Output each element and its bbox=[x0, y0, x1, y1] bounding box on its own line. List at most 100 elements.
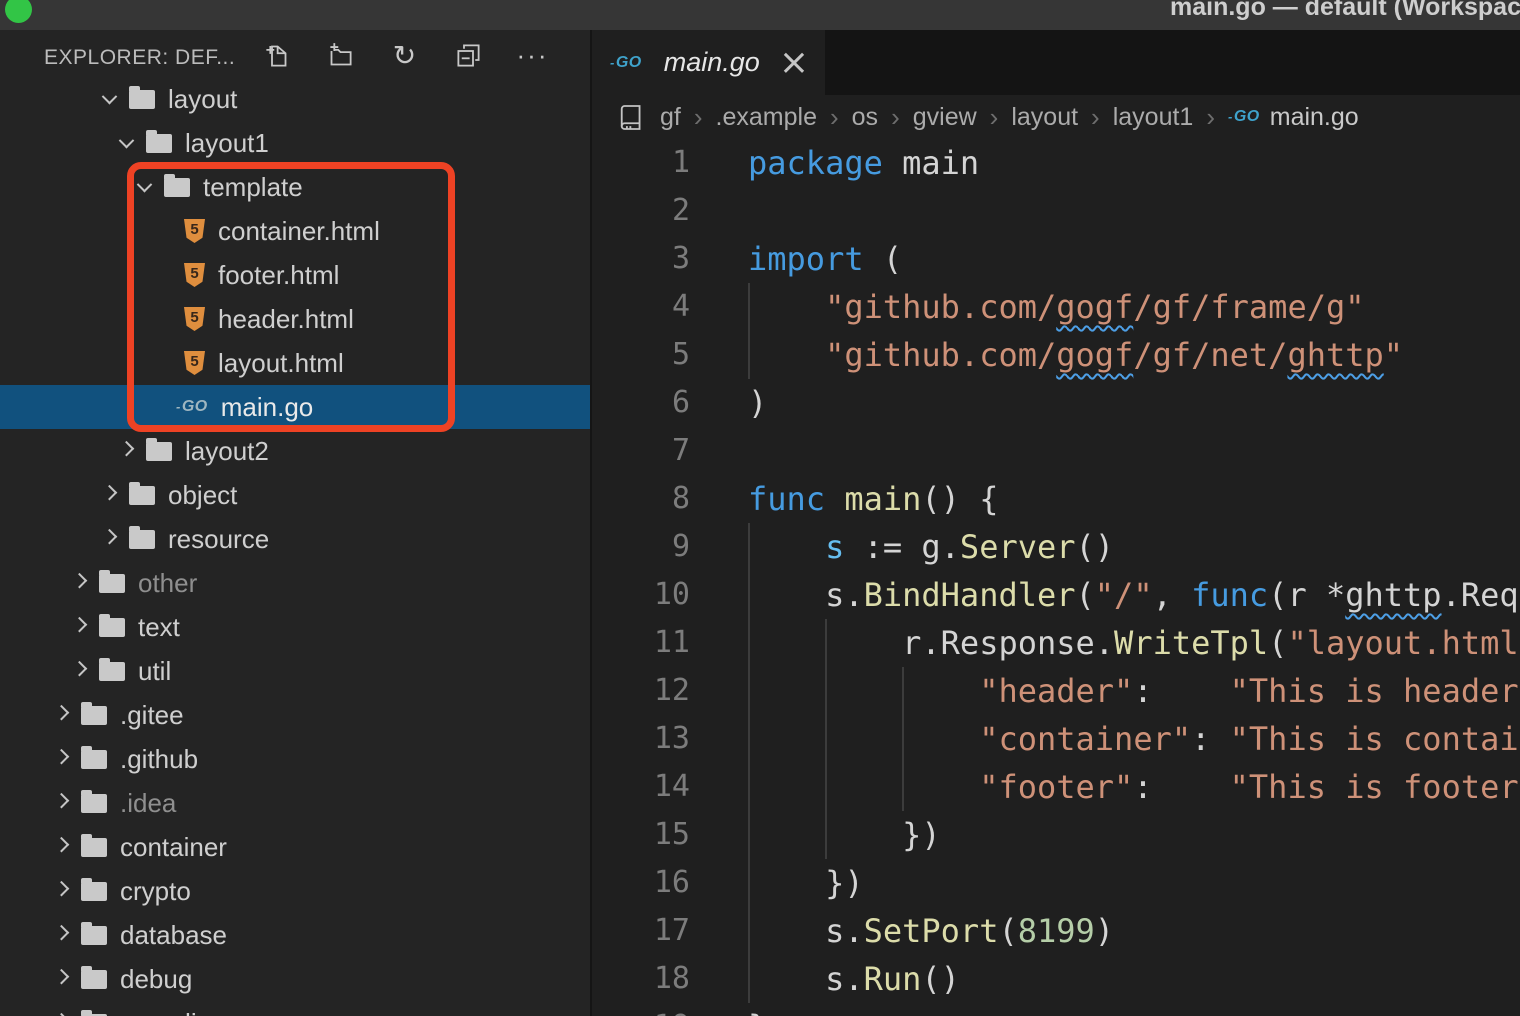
explorer-actions: ↻ ··· bbox=[263, 40, 546, 70]
file-tree: layoutlayout1template5container.html5foo… bbox=[0, 77, 590, 1016]
line-number: 17 bbox=[592, 907, 690, 955]
html-file-icon: 5 bbox=[184, 263, 205, 287]
tree-item-encoding[interactable]: encoding bbox=[0, 1001, 590, 1016]
tree-item-container[interactable]: container bbox=[0, 825, 590, 869]
code-line-6[interactable]: 6) bbox=[592, 379, 1520, 427]
chevron-down-icon[interactable] bbox=[119, 132, 135, 148]
code-line-11[interactable]: 11 r.Response.WriteTpl("layout.html", g.… bbox=[592, 619, 1520, 667]
line-number: 2 bbox=[592, 187, 690, 235]
code-line-4[interactable]: 4 "github.com/gogf/gf/frame/g" bbox=[592, 283, 1520, 331]
chevron-right-icon[interactable] bbox=[72, 572, 88, 588]
code-line-17[interactable]: 17 s.SetPort(8199) bbox=[592, 907, 1520, 955]
tree-item-.idea[interactable]: .idea bbox=[0, 781, 590, 825]
tree-item-layout2[interactable]: layout2 bbox=[0, 429, 590, 473]
code-line-3[interactable]: 3import ( bbox=[592, 235, 1520, 283]
new-file-icon[interactable] bbox=[263, 42, 290, 69]
folder-icon bbox=[81, 706, 107, 725]
tree-item-main.go[interactable]: main.go bbox=[0, 385, 590, 429]
tree-item-footer.html[interactable]: 5footer.html bbox=[0, 253, 590, 297]
folder-icon bbox=[146, 134, 172, 153]
folder-icon bbox=[99, 574, 125, 593]
tree-item-label: object bbox=[168, 480, 237, 511]
code-line-7[interactable]: 7 bbox=[592, 427, 1520, 475]
chevron-right-icon[interactable] bbox=[54, 1012, 70, 1016]
indent-guide bbox=[748, 283, 750, 379]
tree-item-header.html[interactable]: 5header.html bbox=[0, 297, 590, 341]
tree-item-.gitee[interactable]: .gitee bbox=[0, 693, 590, 737]
chevron-down-icon[interactable] bbox=[102, 88, 118, 104]
breadcrumb-separator: › bbox=[694, 102, 703, 133]
book-icon bbox=[620, 103, 643, 132]
chevron-right-icon[interactable] bbox=[72, 616, 88, 632]
chevron-right-icon[interactable] bbox=[54, 792, 70, 808]
code-line-10[interactable]: 10 s.BindHandler("/", func(r *ghttp.Requ… bbox=[592, 571, 1520, 619]
new-folder-icon[interactable] bbox=[327, 42, 354, 69]
breadcrumb-layout1[interactable]: layout1 bbox=[1113, 103, 1194, 132]
code-line-15[interactable]: 15 }) bbox=[592, 811, 1520, 859]
tree-item-layout1[interactable]: layout1 bbox=[0, 121, 590, 165]
tree-item-container.html[interactable]: 5container.html bbox=[0, 209, 590, 253]
code-line-18[interactable]: 18 s.Run() bbox=[592, 955, 1520, 1003]
code-line-1[interactable]: 1package main bbox=[592, 139, 1520, 187]
chevron-right-icon[interactable] bbox=[102, 528, 118, 544]
tree-item-label: main.go bbox=[221, 392, 314, 423]
breadcrumb-gf[interactable]: gf bbox=[660, 103, 681, 132]
breadcrumb-.example[interactable]: .example bbox=[716, 103, 817, 132]
breadcrumb-separator: › bbox=[830, 102, 839, 133]
tree-item-debug[interactable]: debug bbox=[0, 957, 590, 1001]
tree-item-label: layout.html bbox=[218, 348, 344, 379]
refresh-icon[interactable]: ↻ bbox=[391, 42, 418, 69]
chevron-right-icon[interactable] bbox=[72, 660, 88, 676]
explorer-title: EXPLORER: DEF... bbox=[44, 46, 235, 70]
code-line-2[interactable]: 2 bbox=[592, 187, 1520, 235]
code-line-13[interactable]: 13 "container": "This is container", bbox=[592, 715, 1520, 763]
breadcrumb-main.go[interactable]: main.go bbox=[1228, 103, 1359, 132]
tree-item-label: container bbox=[120, 832, 227, 863]
chevron-right-icon[interactable] bbox=[119, 440, 135, 456]
line-number: 5 bbox=[592, 331, 690, 379]
traffic-light-green-icon[interactable] bbox=[5, 0, 32, 23]
code-line-14[interactable]: 14 "footer": "This is footer", bbox=[592, 763, 1520, 811]
tree-item-layout.html[interactable]: 5layout.html bbox=[0, 341, 590, 385]
chevron-down-icon[interactable] bbox=[137, 176, 153, 192]
html-file-icon: 5 bbox=[184, 307, 205, 331]
breadcrumb-layout[interactable]: layout bbox=[1011, 103, 1078, 132]
chevron-right-icon[interactable] bbox=[54, 880, 70, 896]
tree-item-label: template bbox=[203, 172, 303, 203]
chevron-right-icon[interactable] bbox=[54, 836, 70, 852]
tree-item-other[interactable]: other bbox=[0, 561, 590, 605]
tab-main-go[interactable]: main.go × bbox=[592, 30, 825, 95]
folder-icon bbox=[164, 178, 190, 197]
code-area[interactable]: 1package main23import (4 "github.com/gog… bbox=[592, 139, 1520, 1016]
chevron-right-icon[interactable] bbox=[54, 968, 70, 984]
tree-item-layout[interactable]: layout bbox=[0, 77, 590, 121]
breadcrumb-os[interactable]: os bbox=[852, 103, 878, 132]
tree-item-template[interactable]: template bbox=[0, 165, 590, 209]
chevron-right-icon[interactable] bbox=[54, 924, 70, 940]
tree-item-label: container.html bbox=[218, 216, 380, 247]
breadcrumb-gview[interactable]: gview bbox=[913, 103, 977, 132]
more-actions-icon[interactable]: ··· bbox=[519, 42, 546, 69]
tree-item-label: other bbox=[138, 568, 197, 599]
tree-item-object[interactable]: object bbox=[0, 473, 590, 517]
tree-item-database[interactable]: database bbox=[0, 913, 590, 957]
code-line-19[interactable]: 19} bbox=[592, 1003, 1520, 1016]
code-line-5[interactable]: 5 "github.com/gogf/gf/net/ghttp" bbox=[592, 331, 1520, 379]
tree-item-util[interactable]: util bbox=[0, 649, 590, 693]
close-icon[interactable]: × bbox=[779, 48, 809, 78]
code-line-8[interactable]: 8func main() { bbox=[592, 475, 1520, 523]
code-line-12[interactable]: 12 "header": "This is header", bbox=[592, 667, 1520, 715]
tree-item-label: layout bbox=[168, 84, 237, 115]
code-line-16[interactable]: 16 }) bbox=[592, 859, 1520, 907]
tree-item-.github[interactable]: .github bbox=[0, 737, 590, 781]
chevron-right-icon[interactable] bbox=[102, 484, 118, 500]
tree-item-text[interactable]: text bbox=[0, 605, 590, 649]
chevron-right-icon[interactable] bbox=[54, 748, 70, 764]
tree-item-resource[interactable]: resource bbox=[0, 517, 590, 561]
collapse-folders-icon[interactable] bbox=[455, 42, 482, 69]
chevron-right-icon[interactable] bbox=[54, 704, 70, 720]
os-titlebar: main.go — default (Workspace) bbox=[0, 0, 1520, 30]
code-line-9[interactable]: 9 s := g.Server() bbox=[592, 523, 1520, 571]
tree-item-crypto[interactable]: crypto bbox=[0, 869, 590, 913]
folder-icon bbox=[99, 618, 125, 637]
